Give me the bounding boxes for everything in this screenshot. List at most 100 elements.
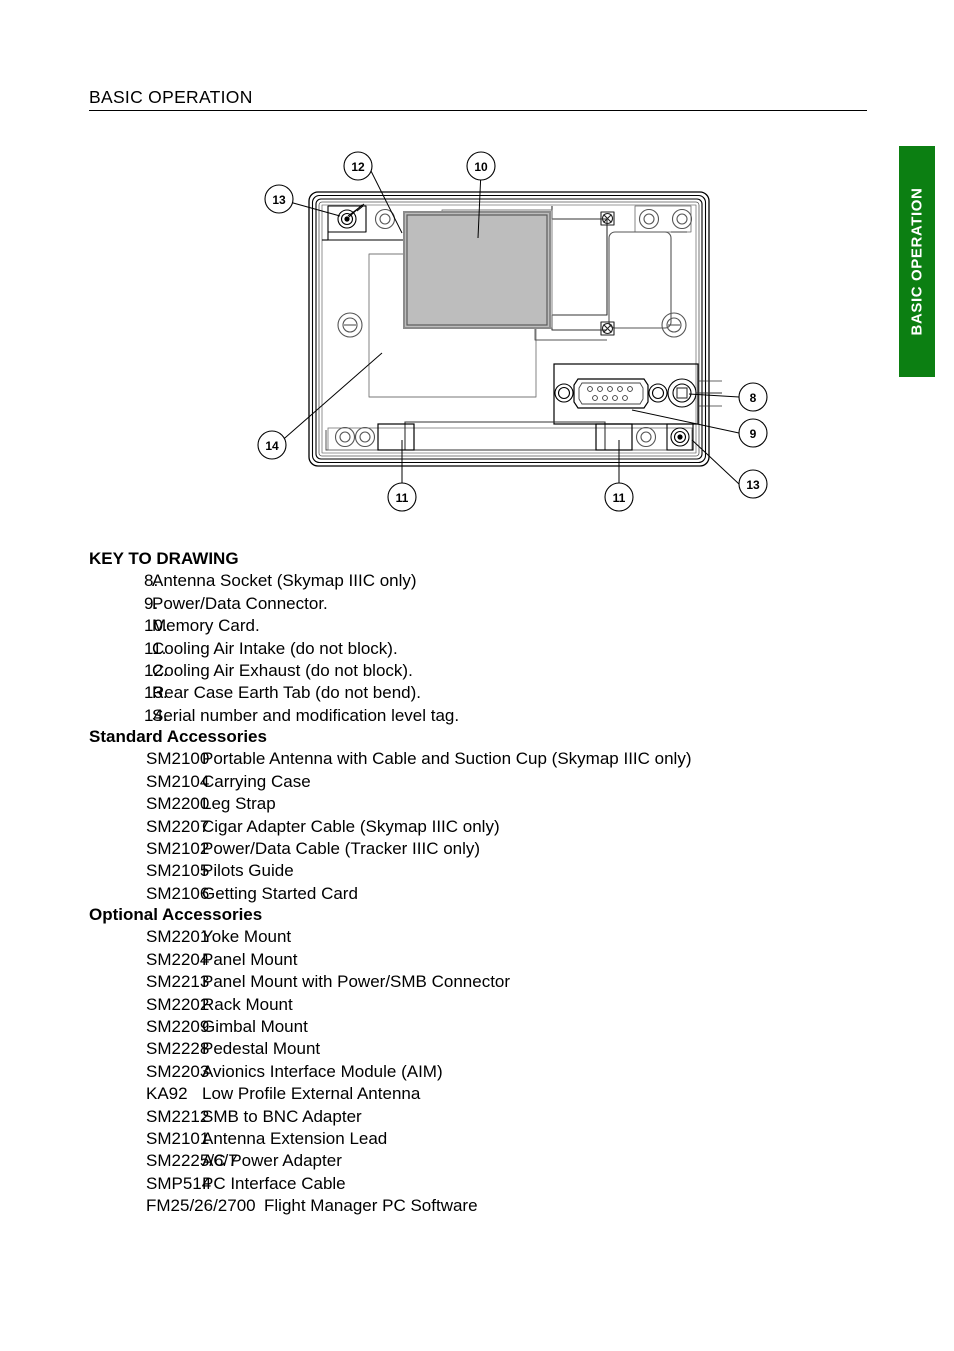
- callout-11-left: 11: [387, 482, 417, 512]
- accessory-item: SM2106 Getting Started Card: [89, 883, 919, 905]
- accessory-description: Carrying Case: [202, 771, 311, 791]
- key-item-text: Power/Data Connector.: [152, 593, 328, 613]
- key-to-drawing-item: 9. Power/Data Connector.: [89, 593, 919, 615]
- accessory-code: SM2225/6/7: [146, 1151, 238, 1171]
- svg-text:14: 14: [265, 439, 279, 453]
- accessory-code: SMP514: [146, 1173, 212, 1193]
- accessory-description: Gimbal Mount: [202, 1017, 308, 1037]
- key-item-text: Cooling Air Exhaust (do not block).: [152, 661, 413, 681]
- accessory-description: Pedestal Mount: [202, 1039, 321, 1059]
- rear-case-diagram: 12 10 13 8 9 14 13 11 11: [252, 148, 772, 512]
- svg-text:10: 10: [474, 160, 488, 174]
- accessory-code: SM2209: [146, 1017, 210, 1037]
- key-item-text: Rear Case Earth Tab (do not bend).: [152, 683, 422, 703]
- key-item-text: Cooling Air Intake (do not block).: [152, 638, 398, 658]
- accessory-code: SM2212: [146, 1106, 210, 1126]
- page-header-title: BASIC OPERATION: [89, 87, 253, 107]
- accessory-description: Antenna Extension Lead: [202, 1129, 388, 1149]
- svg-text:13: 13: [746, 478, 760, 492]
- key-item-text: Antenna Socket (Skymap IIIC only): [152, 571, 417, 591]
- standard-accessories-list: SM2100 Portable Antenna with Cable and Su…: [89, 748, 919, 905]
- accessory-code: SM2228: [146, 1039, 210, 1059]
- accessory-description: Rack Mount: [202, 994, 293, 1014]
- accessory-item: SM2213 Panel Mount with Power/SMB Connect…: [89, 971, 919, 993]
- callout-8: 8: [738, 382, 768, 412]
- accessory-item: SM2209 Gimbal Mount: [89, 1016, 919, 1038]
- accessory-code: SM2100: [146, 749, 210, 769]
- accessory-item: SM2228 Pedestal Mount: [89, 1038, 919, 1060]
- svg-text:13: 13: [272, 193, 286, 207]
- accessory-item: SM2204 Panel Mount: [89, 949, 919, 971]
- callout-13-bottom-right: 13: [738, 469, 768, 499]
- standard-accessories-section: Standard Accessories SM2100 Portable Ante…: [89, 726, 919, 905]
- accessory-description: Pilots Guide: [202, 861, 294, 881]
- accessory-item: SM2200 Leg Strap: [89, 793, 919, 815]
- standard-accessories-title: Standard Accessories: [89, 727, 267, 746]
- optional-accessories-list: SM2201 Yoke Mount SM2204 Panel Mount SM2213 P…: [89, 926, 919, 1217]
- accessory-description: Panel Mount: [202, 949, 298, 969]
- key-item-number: 9.: [144, 593, 159, 613]
- key-to-drawing-section: KEY TO DRAWING 8. Antenna Socket (Skymap …: [89, 548, 919, 727]
- callout-12: 12: [343, 151, 373, 181]
- accessory-description: Low Profile External Antenna: [202, 1084, 421, 1104]
- key-item-number: 13.: [144, 683, 168, 703]
- callout-9: 9: [738, 418, 768, 448]
- section-side-tab-label: BASIC OPERATION: [908, 187, 926, 336]
- accessory-description: Panel Mount with Power/SMB Connector: [202, 972, 511, 992]
- accessory-item: SM2207 Cigar Adapter Cable (Skymap IIIC o…: [89, 816, 919, 838]
- key-item-number: 8.: [144, 571, 159, 591]
- accessory-item: SM2212 SMB to BNC Adapter: [89, 1106, 919, 1128]
- accessory-item: SM2101 Antenna Extension Lead: [89, 1128, 919, 1150]
- key-item-text: Memory Card.: [152, 616, 260, 636]
- optional-accessories-section: Optional Accessories SM2201 Yoke Mount SM2…: [89, 904, 919, 1218]
- accessory-code: SM2101: [146, 1129, 210, 1149]
- accessory-code: SM2106: [146, 883, 210, 903]
- accessory-code: SM2204: [146, 949, 210, 969]
- accessory-code: SM2203: [146, 1061, 210, 1081]
- page-header-rule: [89, 110, 867, 111]
- accessory-code: SM2201: [146, 927, 210, 947]
- callout-14: 14: [257, 430, 287, 460]
- accessory-item: FM25/26/2700 Flight Manager PC Software: [89, 1195, 919, 1217]
- key-to-drawing-list: 8. Antenna Socket (Skymap IIIC only) 9. Pow…: [89, 570, 919, 727]
- accessory-description: PC Interface Cable: [202, 1173, 346, 1193]
- callout-13-top-left: 13: [264, 184, 294, 214]
- accessory-code: SM2200: [146, 794, 210, 814]
- accessory-description: Yoke Mount: [202, 927, 292, 947]
- accessory-code: SM2104: [146, 771, 210, 791]
- rear-case-drawing: 12 10 13 8 9 14 13 11 11: [257, 151, 768, 512]
- accessory-description: Leg Strap: [202, 794, 276, 814]
- accessory-item: SM2100 Portable Antenna with Cable and Su…: [89, 748, 919, 770]
- key-to-drawing-item: 11. Cooling Air Intake (do not block).: [89, 638, 919, 660]
- svg-text:12: 12: [351, 160, 365, 174]
- accessory-code: FM25/26/2700: [146, 1196, 256, 1216]
- key-to-drawing-item: 12. Cooling Air Exhaust (do not block).: [89, 660, 919, 682]
- key-item-text: Serial number and modification level tag…: [152, 705, 460, 725]
- callout-11-right: 11: [604, 482, 634, 512]
- memory-card: [403, 211, 551, 329]
- accessory-description: Avionics Interface Module (AIM): [202, 1061, 443, 1081]
- accessory-description: SMB to BNC Adapter: [202, 1106, 362, 1126]
- key-item-number: 11.: [144, 638, 167, 658]
- svg-text:8: 8: [750, 391, 757, 405]
- key-to-drawing-item: 10. Memory Card.: [89, 615, 919, 637]
- accessory-code: SM2207: [146, 816, 210, 836]
- section-side-tab: BASIC OPERATION: [899, 146, 935, 377]
- accessory-code: SM2105: [146, 861, 210, 881]
- key-item-number: 14.: [144, 705, 168, 725]
- accessory-item: SM2104 Carrying Case: [89, 771, 919, 793]
- accessory-item: SM2203 Avionics Interface Module (AIM): [89, 1061, 919, 1083]
- accessory-item: KA92 Low Profile External Antenna: [89, 1083, 919, 1105]
- accessory-item: SM2102 Power/Data Cable (Tracker IIIC onl…: [89, 838, 919, 860]
- svg-text:11: 11: [396, 491, 409, 505]
- svg-text:9: 9: [750, 427, 757, 441]
- accessory-description: AC Power Adapter: [202, 1151, 342, 1171]
- svg-text:11: 11: [613, 491, 626, 505]
- key-item-number: 10.: [144, 616, 168, 636]
- accessory-description: Flight Manager PC Software: [264, 1196, 478, 1216]
- page-header: BASIC OPERATION: [89, 86, 867, 111]
- key-to-drawing-item: 13. Rear Case Earth Tab (do not bend).: [89, 682, 919, 704]
- accessory-code: SM2202: [146, 994, 210, 1014]
- key-item-number: 12.: [144, 661, 168, 681]
- accessory-code: SM2213: [146, 972, 210, 992]
